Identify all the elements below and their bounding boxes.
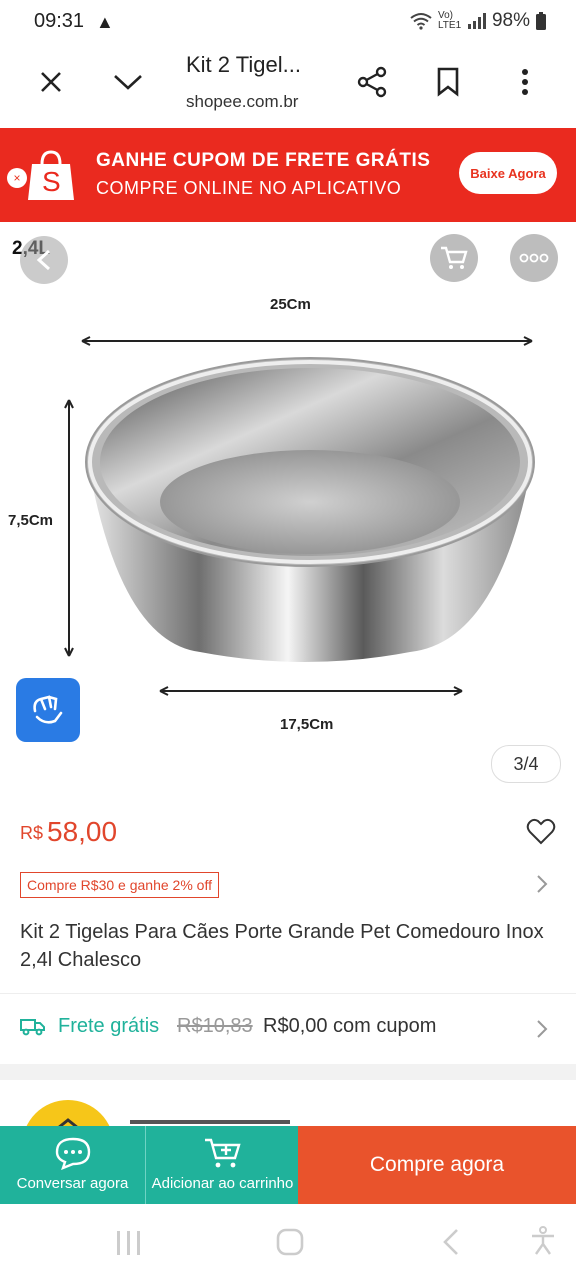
logo-letter: S [42,166,61,197]
warning-icon: ▲ [96,12,114,32]
free-shipping-label: Frete grátis [58,1015,160,1037]
add-to-cart-label: Adicionar ao carrinho [151,1175,294,1192]
add-to-cart-icon [146,1136,299,1170]
steel-bowl-image [85,357,535,662]
height-dimension-arrow [64,399,74,657]
promo-badge[interactable]: Compre R$30 e ganhe 2% off [20,872,219,898]
status-bar: 09:31 ▲ Vo) LTE1 98% [0,0,576,44]
truck-icon [20,1016,46,1041]
share-icon[interactable] [352,62,392,102]
download-button[interactable]: Baixe Agora [459,152,557,194]
product-image-carousel[interactable]: 2,4L 25Cm 7,5Cm [0,222,576,810]
bookmark-icon[interactable] [428,62,468,102]
seller-name[interactable] [130,1112,290,1124]
status-time: 09:31 [34,10,85,32]
chat-button-label: Conversar agora [16,1175,129,1192]
more-options-icon[interactable] [510,234,558,282]
image-counter: 3/4 [491,745,561,783]
banner-headline: GANHE CUPOM DE FRETE GRÁTIS [96,150,431,171]
chevron-right-icon[interactable] [536,1019,548,1044]
page-domain[interactable]: shopee.com.br [186,92,298,112]
signal-icon [467,13,486,29]
width-dimension-label: 25Cm [270,296,311,313]
battery-percent: 98% [491,10,530,31]
app-download-banner[interactable]: × S GANHE CUPOM DE FRETE GRÁTIS COMPRE O… [0,128,576,222]
section-divider [0,1064,576,1080]
shopee-logo-icon: S [20,148,82,204]
chevron-right-icon[interactable] [536,874,548,899]
base-dimension-arrow [159,686,463,696]
battery-icon [536,12,546,30]
accessibility-icon[interactable] [530,1226,556,1261]
system-nav-bar [0,1204,576,1280]
price-value: 58,00 [47,816,118,847]
price-currency: R$ [20,823,44,843]
chat-button[interactable]: Conversar agora [0,1126,145,1204]
base-dimension-label: 17,5Cm [280,716,334,733]
add-to-cart-button[interactable]: Adicionar ao carrinho [145,1126,299,1204]
banner-subline: COMPRE ONLINE NO APLICATIVO [96,178,402,198]
buy-now-button[interactable]: Compre agora [298,1126,576,1204]
page-title[interactable]: Kit 2 Tigel... [186,52,301,78]
sign-language-icon[interactable] [16,678,80,742]
cart-icon[interactable] [430,234,478,282]
chevron-down-icon[interactable] [108,62,148,102]
product-title: Kit 2 Tigelas Para Cães Porte Grande Pet… [20,921,544,971]
network-label: Vo) LTE1 [437,10,462,31]
height-dimension-label: 7,5Cm [8,512,54,529]
more-vert-icon[interactable] [505,62,545,102]
back-arrow-icon[interactable] [20,236,68,284]
shipping-new-price: R$0,00 com cupom [263,1015,437,1037]
heart-icon[interactable] [526,818,556,851]
back-icon[interactable] [442,1228,460,1261]
width-dimension-arrow [81,336,533,346]
close-icon[interactable] [31,62,71,102]
chat-icon [0,1136,145,1170]
wifi-icon [410,13,432,30]
shipping-old-price: R$10,83 [177,1015,253,1037]
status-right: Vo) LTE1 98% [410,10,546,32]
recent-apps-icon[interactable] [116,1230,142,1261]
home-icon[interactable] [276,1228,304,1261]
